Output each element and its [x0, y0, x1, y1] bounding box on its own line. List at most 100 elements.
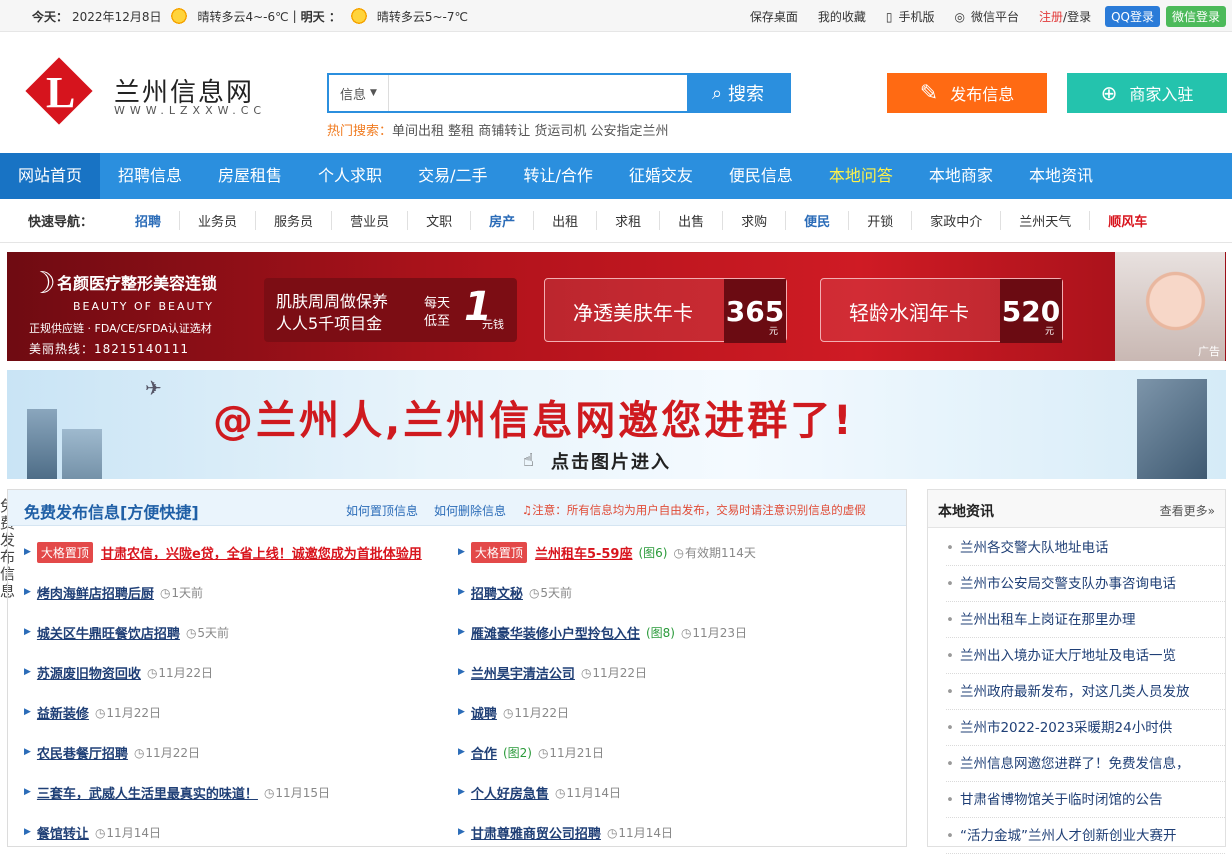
- save-desktop-link[interactable]: 保存桌面: [750, 8, 798, 25]
- listing-row[interactable]: ▶ 个人好房急售 11月14日: [442, 772, 882, 812]
- quick-nav-item[interactable]: 家政中介: [912, 211, 1002, 230]
- quick-nav-item[interactable]: 出售: [660, 211, 724, 230]
- listing-row[interactable]: ▶ 甘肃尊雅商贸公司招聘 11月14日: [442, 812, 882, 852]
- promo-line1: 肌肤周周做保养: [276, 292, 389, 311]
- nav-job-seeking[interactable]: 个人求职: [300, 153, 400, 199]
- news-item[interactable]: 兰州各交警大队地址电话: [946, 530, 1225, 566]
- merchant-join-button[interactable]: ⊕ 商家入驻: [1067, 73, 1227, 113]
- nav-qa[interactable]: 本地问答: [811, 153, 911, 199]
- quick-nav-item[interactable]: 文职: [408, 211, 472, 230]
- listing-title[interactable]: 烤肉海鲜店招聘后厨: [37, 583, 154, 602]
- quick-nav-item[interactable]: 服务员: [256, 211, 333, 230]
- wechat-login-button[interactable]: 微信登录: [1165, 5, 1226, 27]
- qq-login-button[interactable]: QQ登录: [1105, 5, 1160, 27]
- quick-nav-item[interactable]: 求租: [597, 211, 661, 230]
- listing-row[interactable]: ▶ 农民巷餐厅招聘 11月22日: [8, 732, 448, 772]
- listing-row[interactable]: ▶ 益新装修 11月22日: [8, 692, 448, 732]
- nav-transfer[interactable]: 转让/合作: [505, 153, 610, 199]
- listing-row[interactable]: ▶ 城关区牛鼎旺餐饮店招聘 5天前: [8, 612, 448, 652]
- nav-merchants[interactable]: 本地商家: [911, 153, 1011, 199]
- listing-title[interactable]: 兰州昊宇清洁公司: [471, 663, 575, 682]
- quick-nav-item[interactable]: 顺风车: [1090, 211, 1165, 230]
- login-link[interactable]: 登录: [1067, 10, 1091, 24]
- search-category-select[interactable]: 信息 ▼: [329, 75, 389, 111]
- quick-nav-item[interactable]: 便民: [786, 211, 850, 230]
- search-input[interactable]: [389, 75, 687, 111]
- listing-title[interactable]: 苏源废旧物资回收: [37, 663, 141, 682]
- my-favorites-link[interactable]: 我的收藏: [818, 8, 866, 25]
- main-nav: 网站首页 招聘信息 房屋租售 个人求职 交易/二手 转让/合作 征婚交友 便民信…: [0, 153, 1232, 199]
- nav-services[interactable]: 便民信息: [711, 153, 811, 199]
- quick-nav-item[interactable]: 房产: [471, 211, 535, 230]
- listing-row[interactable]: ▶ 大格置顶兰州租车5-59座 (图6) 有效期114天: [442, 532, 882, 572]
- listing-row[interactable]: ▶ 苏源废旧物资回收 11月22日: [8, 652, 448, 692]
- quick-nav-item[interactable]: 兰州天气: [1001, 211, 1091, 230]
- nav-trade[interactable]: 交易/二手: [400, 153, 505, 199]
- listing-row[interactable]: ▶ 合作 (图2) 11月21日: [442, 732, 882, 772]
- nav-housing[interactable]: 房屋租售: [200, 153, 300, 199]
- news-item[interactable]: 兰州市2022-2023采暖期24小时供: [946, 710, 1225, 746]
- listing-title[interactable]: 雁滩豪华装修小户型拎包入住: [471, 623, 640, 642]
- news-item[interactable]: 兰州市公安局交警支队办事咨询电话: [946, 566, 1225, 602]
- listing-row[interactable]: ▶ 餐馆转让 11月14日: [8, 812, 448, 852]
- listing-title[interactable]: 农民巷餐厅招聘: [37, 743, 128, 762]
- listing-row[interactable]: ▶ 兰州昊宇清洁公司 11月22日: [442, 652, 882, 692]
- beauty-ad-banner[interactable]: ☽ 名颜医疗整形美容连锁 BEAUTY OF BEAUTY 正规供应链 · FD…: [7, 252, 1226, 361]
- quick-nav-item[interactable]: 开锁: [849, 211, 913, 230]
- news-item[interactable]: 甘肃省博物馆关于临时闭馆的公告: [946, 782, 1225, 818]
- listing-time: 1天前: [160, 584, 203, 601]
- building-image: [27, 409, 57, 479]
- quick-nav-item[interactable]: 出租: [534, 211, 598, 230]
- news-item[interactable]: 兰州出租车上岗证在那里办理: [946, 602, 1225, 638]
- listing-row[interactable]: ▶ 诚聘 11月22日: [442, 692, 882, 732]
- sun-icon: [348, 6, 369, 26]
- group-invite-banner[interactable]: ✈ @兰州人,兰州信息网邀您进群了! ☝ 点击图片进入: [7, 370, 1226, 479]
- wechat-platform-link[interactable]: ◎ 微信平台: [955, 8, 1020, 25]
- listing-title[interactable]: 个人好房急售: [471, 783, 549, 802]
- quick-nav-item[interactable]: 业务员: [180, 211, 257, 230]
- how-to-top-link[interactable]: 如何置顶信息: [346, 502, 418, 519]
- listing-title[interactable]: 甘肃农信，兴陇e贷，全省上线！诚邀您成为首批体验用: [101, 543, 422, 562]
- nav-news[interactable]: 本地资讯: [1011, 153, 1111, 199]
- arrow-icon: ▶: [458, 707, 465, 717]
- listing-row[interactable]: ▶ 招聘文秘 5天前: [442, 572, 882, 612]
- listing-row[interactable]: ▶ 大格置顶 甘肃农信，兴陇e贷，全省上线！诚邀您成为首批体验用: [8, 532, 448, 572]
- banner-sub: 点击图片进入: [551, 452, 671, 473]
- how-to-delete-link[interactable]: 如何删除信息: [434, 502, 506, 519]
- news-item[interactable]: 兰州政府最新发布，对这几类人员发放: [946, 674, 1225, 710]
- nav-home[interactable]: 网站首页: [0, 153, 101, 199]
- chevron-down-icon: ▼: [370, 88, 377, 98]
- logo-letter-icon: L: [46, 68, 76, 117]
- listing-row[interactable]: ▶ 烤肉海鲜店招聘后厨 1天前: [8, 572, 448, 612]
- news-item[interactable]: 兰州信息网邀您进群了！免费发信息，: [946, 746, 1225, 782]
- listing-title[interactable]: 餐馆转让: [37, 823, 89, 842]
- listing-title[interactable]: 益新装修: [37, 703, 89, 722]
- listing-title[interactable]: 诚聘: [471, 703, 497, 722]
- quick-nav-item[interactable]: 营业员: [332, 211, 409, 230]
- search-button[interactable]: ⌕ 搜索: [687, 75, 789, 111]
- nav-dating[interactable]: 征婚交友: [611, 153, 711, 199]
- listing-time: 11月21日: [538, 744, 604, 761]
- listing-row[interactable]: ▶ 三套车，武威人生活里最真实的味道！ 11月15日: [8, 772, 448, 812]
- listing-row[interactable]: ▶ 雁滩豪华装修小户型拎包入住 (图8) 11月23日: [442, 612, 882, 652]
- news-more-link[interactable]: 查看更多»: [1160, 502, 1215, 519]
- listing-title[interactable]: 兰州租车5-59座: [535, 543, 633, 562]
- mobile-link[interactable]: ▯ 手机版: [886, 8, 935, 25]
- listing-title[interactable]: 城关区牛鼎旺餐饮店招聘: [37, 623, 180, 642]
- news-item[interactable]: “活力金城”兰州人才创新创业大赛开: [946, 818, 1225, 854]
- listing-time: 11月14日: [607, 824, 673, 841]
- news-item[interactable]: 兰州出入境办证大厅地址及电话一览: [946, 638, 1225, 674]
- edit-icon: ✎: [919, 80, 939, 106]
- listing-title[interactable]: 合作: [471, 743, 497, 762]
- arrow-icon: ▶: [458, 627, 465, 637]
- hot-search-terms[interactable]: 单间出租 整租 商铺转让 货运司机 公安指定兰州: [392, 124, 669, 139]
- register-link[interactable]: 注册: [1039, 10, 1063, 24]
- listing-title[interactable]: 甘肃尊雅商贸公司招聘: [471, 823, 601, 842]
- publish-button[interactable]: ✎ 发布信息: [887, 73, 1047, 113]
- site-logo[interactable]: L: [25, 57, 93, 125]
- nav-jobs[interactable]: 招聘信息: [100, 153, 200, 199]
- listing-title[interactable]: 三套车，武威人生活里最真实的味道！: [37, 783, 258, 802]
- listing-title[interactable]: 招聘文秘: [471, 583, 523, 602]
- quick-nav-item[interactable]: 招聘: [117, 211, 181, 230]
- quick-nav-item[interactable]: 求购: [723, 211, 787, 230]
